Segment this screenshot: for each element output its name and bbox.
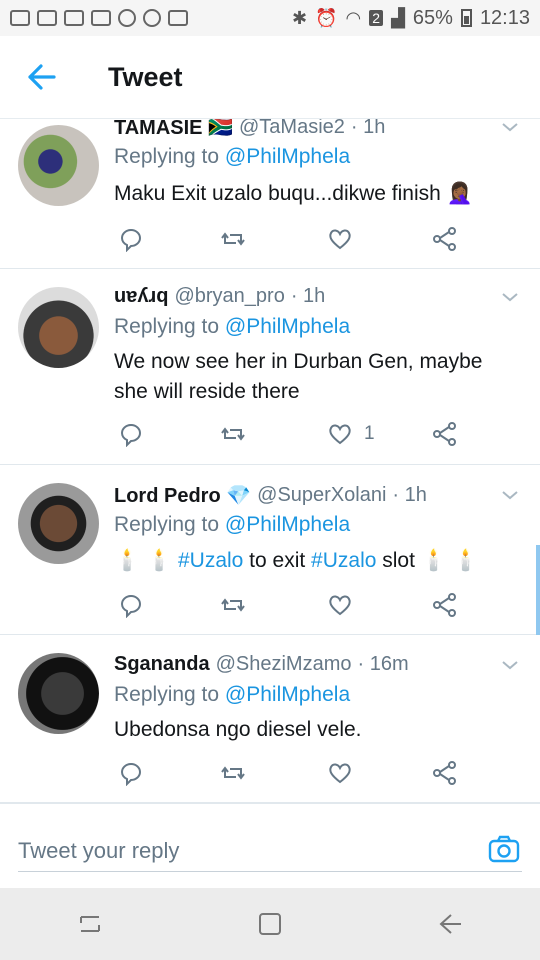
chevron-down-icon[interactable] <box>502 487 518 503</box>
replying-to: Replying to @PhilMphela <box>114 145 351 168</box>
timestamp: · 1h <box>290 285 326 307</box>
share-icon[interactable] <box>432 226 458 252</box>
wifi-icon: ◠ <box>345 7 362 28</box>
replying-to: Replying to @PhilMphela <box>114 683 351 706</box>
hashtag-link[interactable]: #Uzalo <box>178 549 243 572</box>
handle[interactable]: @SuperXolani <box>257 484 386 507</box>
clock: 12:13 <box>479 6 530 29</box>
tweet-actions: 1 <box>114 421 464 447</box>
like-icon[interactable] <box>327 592 353 618</box>
back-nav-icon <box>439 914 461 934</box>
battery-icon <box>460 9 472 27</box>
tweet-text: Maku Exit uzalo buqu...dikwe finish 🤦🏾‍♀… <box>114 182 473 205</box>
handle[interactable]: @SheziMzamo <box>216 653 352 676</box>
tweet-text: 🕯️ 🕯️ #Uzalo to exit #Uzalo slot 🕯️ 🕯️ <box>114 549 479 572</box>
tweet-text: We now see her in Durban Gen, maybe she … <box>114 350 483 403</box>
display-name[interactable]: Sganand​a <box>114 653 210 676</box>
reply-icon[interactable] <box>118 226 144 252</box>
retweet-icon[interactable] <box>220 226 246 252</box>
status-bar: ✱ ⏰ ◠ 2 ▟ 65% 12:13 <box>0 0 540 36</box>
like-count: 1 <box>364 423 375 444</box>
tweet[interactable]: Sganand​a @SheziMzamo · 16m Replying to … <box>0 635 540 803</box>
avatar[interactable] <box>18 483 99 564</box>
system-nav-bar <box>0 888 540 960</box>
like-icon[interactable] <box>327 226 353 252</box>
recent-apps-icon <box>80 916 100 932</box>
reply-icon[interactable] <box>118 760 144 786</box>
display-name[interactable]: Lord Pedro 💎 <box>114 483 251 508</box>
back-nav-button[interactable] <box>420 894 480 954</box>
reply-input[interactable]: Tweet your reply <box>18 816 522 872</box>
alarm-icon: ⏰ <box>315 7 338 28</box>
mention-link[interactable]: @PhilMphela <box>225 513 350 536</box>
message-icon <box>10 10 30 26</box>
battery-percent: 65% <box>412 6 453 29</box>
app-header: Tweet <box>0 36 540 119</box>
retweet-icon[interactable] <box>220 592 246 618</box>
back-button[interactable] <box>0 36 84 119</box>
handle[interactable]: @bryan_pro <box>174 285 284 308</box>
reply-composer: Tweet your reply <box>0 803 540 888</box>
chevron-down-icon[interactable] <box>502 657 518 673</box>
scrollbar-thumb[interactable] <box>536 545 540 635</box>
bluetooth-icon: ✱ <box>292 7 308 28</box>
share-icon[interactable] <box>432 421 458 447</box>
replies-feed[interactable]: TAMASIE 🇿🇦 @TaMasie2 · 1h Replying to @P… <box>0 119 540 803</box>
tweet[interactable]: uɐʎɹq @bryan_pro · 1h Replying to @PhilM… <box>0 269 540 465</box>
image-icon <box>91 10 111 26</box>
like-icon[interactable] <box>327 421 353 447</box>
camera-icon[interactable] <box>488 834 520 864</box>
mention-link[interactable]: @PhilMphela <box>225 683 350 706</box>
like-icon[interactable] <box>327 760 353 786</box>
retweet-icon[interactable] <box>220 421 246 447</box>
timestamp: · 16m <box>357 653 409 675</box>
avatar[interactable] <box>18 125 99 206</box>
notification-icons <box>10 9 188 27</box>
gmail-icon <box>64 10 84 26</box>
signal-icon: ▟ <box>391 7 405 28</box>
replying-to: Replying to @PhilMphela <box>114 315 351 338</box>
sim-badge: 2 <box>369 10 384 26</box>
avatar[interactable] <box>18 653 99 734</box>
share-icon[interactable] <box>432 592 458 618</box>
share-icon[interactable] <box>432 760 458 786</box>
back-arrow-icon <box>28 64 56 90</box>
home-icon <box>259 913 281 935</box>
home-button[interactable] <box>240 894 300 954</box>
reply-icon[interactable] <box>118 592 144 618</box>
replying-to: Replying to @PhilMphela <box>114 513 351 536</box>
avatar[interactable] <box>18 287 99 368</box>
hashtag-link[interactable]: #Uzalo <box>311 549 376 572</box>
handle[interactable]: @TaMasie2 <box>239 119 345 139</box>
sd-card-icon <box>168 10 188 26</box>
chevron-down-icon[interactable] <box>502 119 518 135</box>
mention-link[interactable]: @PhilMphela <box>225 145 350 168</box>
tweet[interactable]: TAMASIE 🇿🇦 @TaMasie2 · 1h Replying to @P… <box>0 119 540 269</box>
tweet-actions <box>114 760 464 786</box>
recent-apps-button[interactable] <box>60 894 120 954</box>
tweet-actions <box>114 592 464 618</box>
sync-icon <box>143 9 161 27</box>
system-indicators: ✱ ⏰ ◠ 2 ▟ 65% 12:13 <box>292 7 530 30</box>
timestamp: · 1h <box>350 119 386 138</box>
tweet-actions <box>114 226 464 252</box>
retweet-icon[interactable] <box>220 760 246 786</box>
display-name[interactable]: uɐʎɹq <box>114 285 168 308</box>
mention-link[interactable]: @PhilMphela <box>225 315 350 338</box>
gmail-icon <box>37 10 57 26</box>
sync-icon <box>118 9 136 27</box>
display-name[interactable]: TAMASIE 🇿🇦 <box>114 119 233 140</box>
timestamp: · 1h <box>392 484 427 506</box>
tweet[interactable]: Lord Pedro 💎 @SuperXolani · 1h Replying … <box>0 465 540 635</box>
reply-icon[interactable] <box>118 421 144 447</box>
chevron-down-icon[interactable] <box>502 289 518 305</box>
page-title: Tweet <box>108 61 183 92</box>
tweet-text: Ubedonsa ngo diesel vele. <box>114 718 362 741</box>
